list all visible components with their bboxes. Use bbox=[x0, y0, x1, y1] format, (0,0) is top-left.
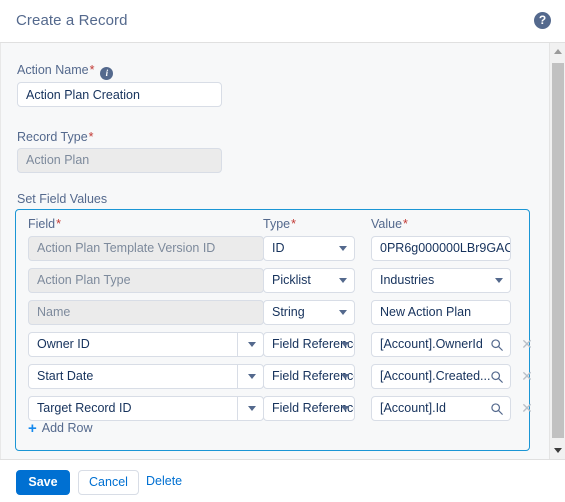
add-row-label: Add Row bbox=[41, 421, 93, 435]
column-header-type: Type* bbox=[263, 217, 296, 231]
row-type-select[interactable]: Field Reference bbox=[263, 332, 355, 357]
vertical-scrollbar[interactable] bbox=[549, 43, 565, 459]
action-name-label: Action Name* i bbox=[17, 63, 114, 80]
row-field-combobox[interactable]: Start Date bbox=[28, 364, 264, 389]
row-type-value: ID bbox=[272, 241, 285, 255]
dialog-header: Create a Record ? bbox=[0, 0, 565, 43]
table-row: Start Date Field Reference [Account].Cre… bbox=[16, 364, 533, 396]
combobox-divider bbox=[237, 397, 263, 420]
row-type-value: Field Reference bbox=[272, 369, 355, 383]
record-type-value: Action Plan bbox=[17, 148, 222, 173]
action-name-required-marker: * bbox=[89, 63, 95, 77]
column-header-value-required: * bbox=[403, 217, 408, 231]
row-field-name: Action Plan Template Version ID bbox=[28, 236, 264, 261]
page-title: Create a Record bbox=[16, 12, 128, 29]
set-field-values-label: Set Field Values bbox=[17, 192, 108, 206]
row-value-text: [Account].Id bbox=[380, 401, 447, 415]
row-field-text: Owner ID bbox=[37, 337, 90, 351]
row-field-name: Action Plan Type bbox=[28, 268, 264, 293]
help-icon[interactable]: ? bbox=[534, 12, 551, 29]
row-type-select[interactable]: Field Reference bbox=[263, 364, 355, 389]
record-type-label-text: Record Type bbox=[17, 130, 88, 144]
column-header-field-text: Field bbox=[28, 217, 56, 231]
scrollbar-thumb[interactable] bbox=[552, 63, 564, 438]
chevron-down-icon bbox=[495, 278, 503, 283]
scroll-down-arrow-icon[interactable] bbox=[550, 442, 565, 459]
info-icon[interactable]: i bbox=[100, 67, 114, 80]
column-header-value: Value* bbox=[371, 217, 408, 231]
row-type-select[interactable]: String bbox=[263, 300, 355, 325]
create-a-record-dialog: Create a Record ? Action Name*i Record T… bbox=[0, 0, 565, 502]
combobox-divider bbox=[237, 365, 263, 388]
dialog-body: Action Name*i Record Type* Action Plan S… bbox=[0, 43, 565, 459]
action-name-input[interactable] bbox=[17, 82, 222, 107]
row-value-text: Industries bbox=[380, 273, 435, 287]
row-field-text: Target Record ID bbox=[37, 401, 132, 415]
delete-row-icon[interactable]: ✕ bbox=[519, 368, 535, 384]
row-type-select[interactable]: Picklist bbox=[263, 268, 355, 293]
record-type-label: Record Type* bbox=[17, 130, 94, 144]
row-value-input[interactable]: 0PR6g000000LBr9GAC bbox=[371, 236, 511, 261]
add-row-button[interactable]: + Add Row bbox=[28, 420, 93, 437]
combobox-divider bbox=[237, 333, 263, 356]
delete-row-icon[interactable]: ✕ bbox=[519, 336, 535, 352]
search-icon[interactable] bbox=[490, 402, 504, 416]
set-field-values-fieldset: Field* Type* Value* Action Plan Template… bbox=[15, 209, 533, 451]
row-value-text: [Account].OwnerId bbox=[380, 337, 483, 351]
row-value-lookup[interactable]: [Account].OwnerId bbox=[371, 332, 511, 357]
row-type-select[interactable]: Field Reference bbox=[263, 396, 355, 421]
chevron-down-icon bbox=[339, 278, 347, 283]
record-type-required-marker: * bbox=[88, 130, 94, 144]
row-value-lookup[interactable]: [Account].Id bbox=[371, 396, 511, 421]
row-type-value: String bbox=[272, 305, 305, 319]
row-field-name: Name bbox=[28, 300, 264, 325]
column-header-type-required: * bbox=[291, 217, 296, 231]
row-field-combobox[interactable]: Target Record ID bbox=[28, 396, 264, 421]
table-row: Action Plan Template Version ID ID 0PR6g… bbox=[16, 236, 531, 268]
table-row: Owner ID Field Reference [Account].Owner… bbox=[16, 332, 533, 364]
column-header-field: Field* bbox=[28, 217, 61, 231]
scroll-up-arrow-icon[interactable] bbox=[550, 43, 565, 60]
row-field-text: Start Date bbox=[37, 369, 94, 383]
row-type-select[interactable]: ID bbox=[263, 236, 355, 261]
table-row: Name String New Action Plan bbox=[16, 300, 531, 332]
table-row: Action Plan Type Picklist Industries bbox=[16, 268, 531, 300]
row-type-value: Field Reference bbox=[272, 337, 355, 351]
row-value-select[interactable]: Industries bbox=[371, 268, 511, 293]
action-name-label-text: Action Name bbox=[17, 63, 89, 77]
row-type-value: Picklist bbox=[272, 273, 311, 287]
save-button[interactable]: Save bbox=[16, 470, 70, 495]
row-value-input[interactable]: New Action Plan bbox=[371, 300, 511, 325]
column-header-value-text: Value bbox=[371, 217, 403, 231]
table-row: Target Record ID Field Reference [Accoun… bbox=[16, 396, 533, 428]
search-icon[interactable] bbox=[490, 370, 504, 384]
column-header-field-required: * bbox=[56, 217, 61, 231]
dialog-footer: Save Cancel Delete bbox=[0, 459, 565, 502]
row-type-value: Field Reference bbox=[272, 401, 355, 415]
chevron-down-icon bbox=[339, 246, 347, 251]
search-icon[interactable] bbox=[490, 338, 504, 352]
delete-row-icon[interactable]: ✕ bbox=[519, 400, 535, 416]
delete-button[interactable]: Delete bbox=[146, 470, 192, 495]
chevron-down-icon bbox=[339, 310, 347, 315]
column-header-type-text: Type bbox=[263, 217, 291, 231]
plus-icon: + bbox=[28, 420, 37, 437]
row-field-combobox[interactable]: Owner ID bbox=[28, 332, 264, 357]
cancel-button[interactable]: Cancel bbox=[78, 470, 139, 495]
row-value-text: [Account].Created... bbox=[380, 369, 491, 383]
row-value-lookup[interactable]: [Account].Created... bbox=[371, 364, 511, 389]
